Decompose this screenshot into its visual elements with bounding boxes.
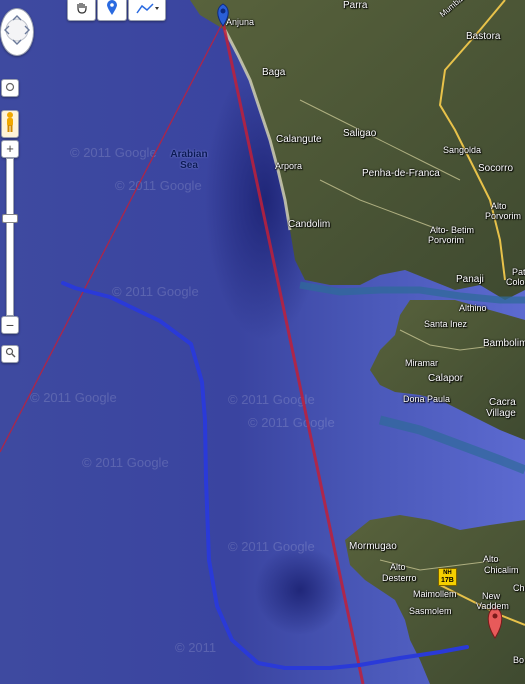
place-label: Saligao <box>343 128 377 139</box>
place-label: Arpora <box>275 161 303 171</box>
line-tool-button[interactable] <box>128 0 166 21</box>
map-watermark: © 2011 Google <box>115 178 202 193</box>
recenter-button[interactable] <box>1 79 19 97</box>
place-label: Alto <box>491 201 507 211</box>
place-label: New <box>482 591 501 601</box>
place-label: Colo <box>506 277 525 287</box>
map-navigation-control: + − <box>0 0 40 370</box>
sea-label-line: Arabian <box>170 149 208 160</box>
plus-icon: + <box>6 141 14 156</box>
place-label: Socorro <box>478 163 514 174</box>
zoom-to-region-button[interactable] <box>1 345 19 363</box>
place-label: Sasmolem <box>409 606 452 616</box>
shield-number: 17B <box>441 577 454 584</box>
place-label: Porvorim <box>428 235 465 245</box>
place-label: Maimollem <box>413 589 457 599</box>
deep-water-shadow <box>255 545 345 635</box>
map-watermark: © 2011 Google <box>248 415 335 430</box>
place-label: Sangolda <box>443 145 482 155</box>
map-watermark: © 2011 Google <box>228 539 315 554</box>
circle-icon <box>5 79 15 97</box>
place-label: Alto <box>390 562 406 572</box>
shield-top: NH <box>443 570 452 576</box>
place-label: Village <box>486 408 516 419</box>
place-label: Alto- Betim <box>430 225 475 235</box>
magnifier-icon <box>5 345 16 363</box>
place-label: Penha-de-Franca <box>362 168 440 179</box>
place-label: Bastora <box>466 31 501 42</box>
street-view-pegman[interactable] <box>1 110 19 138</box>
place-label: Althino <box>459 303 487 313</box>
sea-label-line: Sea <box>180 160 198 171</box>
zoom-in-button[interactable]: + <box>1 140 19 158</box>
hand-icon <box>75 1 89 20</box>
place-label: Parra <box>343 0 368 11</box>
place-label: Mormugao <box>349 541 397 552</box>
zoom-out-button[interactable]: − <box>1 316 19 334</box>
place-label: Chi <box>513 583 525 593</box>
place-label: Chicalim <box>484 565 519 575</box>
pan-control[interactable] <box>0 8 34 56</box>
zoom-slider-track[interactable] <box>2 158 18 316</box>
map-watermark: © 2011 Google <box>112 284 199 299</box>
minus-icon: − <box>5 317 15 333</box>
place-label: Pat <box>512 267 525 277</box>
map-watermark: © 2011 Google <box>30 390 117 405</box>
place-label: Baga <box>262 67 286 78</box>
place-label: Bambolim <box>483 338 525 349</box>
place-label: Bo <box>513 655 525 665</box>
place-label: Panaji <box>456 274 484 285</box>
place-label: Dona Paula <box>403 394 451 404</box>
pegman-icon <box>5 111 15 138</box>
place-label: Calapor <box>428 373 464 384</box>
map-watermark: © 2011 Google <box>82 455 169 470</box>
place-label: Porvorim <box>485 211 522 221</box>
place-label: Santa Inez <box>424 319 468 329</box>
place-label: Miramar <box>405 358 438 368</box>
place-label: Candolim <box>288 219 331 230</box>
highway-shield: NH 17B <box>438 568 457 586</box>
map-watermark: © 2011 <box>175 640 216 655</box>
pan-arrows-icon <box>4 11 30 54</box>
place-label: Vaddem <box>476 601 509 611</box>
zoom-slider-handle[interactable] <box>2 214 18 223</box>
place-label: Cacra <box>489 397 516 408</box>
polyline-icon <box>135 1 159 20</box>
marker-tool-button[interactable] <box>97 0 127 21</box>
placemark-icon <box>106 0 118 21</box>
place-label: Calangute <box>276 134 322 145</box>
place-label: Desterro <box>382 573 417 583</box>
place-label: Alto <box>483 554 499 564</box>
hand-tool-button[interactable] <box>67 0 96 21</box>
place-label: Anjuna <box>226 17 255 27</box>
arabian-sea-label: Arabian Sea <box>164 149 214 171</box>
map-watermark: © 2011 Google <box>70 145 157 160</box>
